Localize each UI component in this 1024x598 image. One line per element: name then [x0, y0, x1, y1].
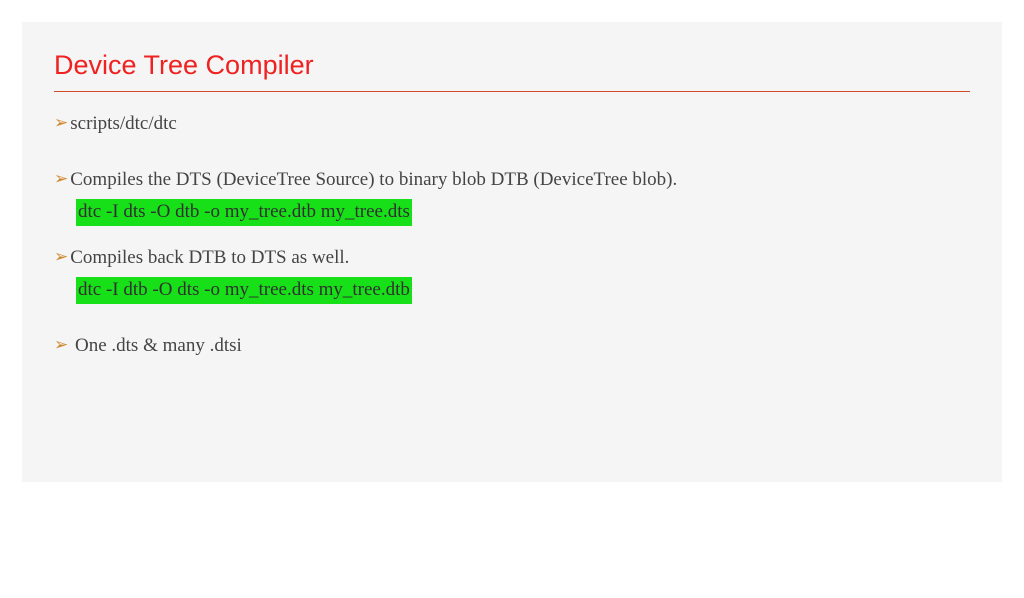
bullet-text: scripts/dtc/dtc	[70, 113, 177, 134]
title-underline	[54, 91, 970, 92]
bullet-text: Compiles back DTB to DTS as well.	[70, 247, 349, 268]
chevron-right-icon: ➢	[54, 335, 68, 354]
bullet-line: ➢scripts/dtc/dtc	[54, 110, 970, 138]
bullet-text: One .dts & many .dtsi	[70, 335, 242, 356]
bullet-item: ➢ One .dts & many .dtsi	[54, 332, 970, 360]
bullet-text: Compiles the DTS (DeviceTree Source) to …	[70, 169, 677, 190]
bullet-item: ➢Compiles back DTB to DTS as well. dtc -…	[54, 244, 970, 304]
command-snippet: dtc -I dtb -O dts -o my_tree.dts my_tree…	[76, 277, 412, 304]
command-snippet: dtc -I dts -O dtb -o my_tree.dtb my_tree…	[76, 199, 412, 226]
chevron-right-icon: ➢	[54, 169, 68, 188]
slide-title: Device Tree Compiler	[54, 50, 970, 81]
bullet-item: ➢scripts/dtc/dtc	[54, 110, 970, 138]
bullet-item: ➢Compiles the DTS (DeviceTree Source) to…	[54, 166, 970, 226]
chevron-right-icon: ➢	[54, 247, 68, 266]
bullet-line: ➢Compiles the DTS (DeviceTree Source) to…	[54, 166, 970, 194]
slide: Device Tree Compiler ➢scripts/dtc/dtc ➢C…	[22, 22, 1002, 482]
chevron-right-icon: ➢	[54, 113, 68, 132]
bullet-line: ➢Compiles back DTB to DTS as well.	[54, 244, 970, 272]
bullet-line: ➢ One .dts & many .dtsi	[54, 332, 970, 360]
